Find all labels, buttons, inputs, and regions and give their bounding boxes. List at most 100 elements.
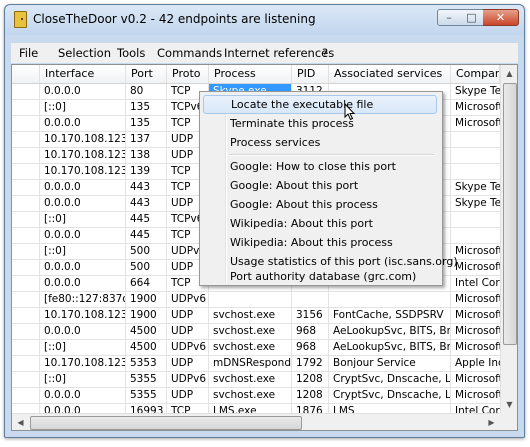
port-cell: 443: [126, 180, 167, 196]
interface-cell: [::0]: [40, 100, 126, 116]
menu-item-google-about-process[interactable]: Google: About this process: [203, 195, 437, 214]
row-icon-cell: [12, 84, 40, 100]
services-cell: [329, 292, 451, 308]
table-row[interactable]: [fe80::127:837c:...1900UDPv6Microsoft Co: [12, 292, 511, 308]
pid-cell: 1792: [292, 356, 329, 372]
row-icon-cell: [12, 356, 40, 372]
interface-cell: 10.170.108.123: [40, 132, 126, 148]
interface-cell: 0.0.0.0: [40, 260, 126, 276]
process-cell: svchost.exe: [209, 324, 292, 340]
table-row[interactable]: 10.170.108.123 1900 UDP svchost.exe 3156 Font…: [12, 308, 511, 324]
interface-cell: [::0]: [40, 340, 126, 356]
menu-selection[interactable]: Selection: [58, 46, 111, 60]
pid-cell: 968: [292, 340, 329, 356]
port-cell: 443: [126, 196, 167, 212]
row-icon-cell: [12, 324, 40, 340]
row-icon-cell: [12, 212, 40, 228]
proto-cell: UDP: [167, 356, 209, 372]
proto-cell: UDP: [167, 308, 209, 324]
column-header-port[interactable]: Port: [126, 65, 167, 83]
port-cell: 5355: [126, 388, 167, 404]
process-cell: svchost.exe: [209, 340, 292, 356]
interface-cell: [fe80::127:837c:...: [40, 292, 126, 308]
row-icon-cell: [12, 100, 40, 116]
size-grip[interactable]: [500, 413, 517, 430]
port-cell: 139: [126, 164, 167, 180]
table-row[interactable]: 10.170.108.1235353UDPmDNSResponder....17…: [12, 356, 511, 372]
menu-file[interactable]: File: [19, 46, 38, 60]
menu-item-usage-statistics[interactable]: Usage statistics of this port (isc.sans.…: [203, 252, 458, 271]
interface-cell: [::0]: [40, 212, 126, 228]
title-bar[interactable]: CloseTheDoor v0.2 - 42 endpoints are lis…: [5, 5, 524, 35]
row-icon-cell: [12, 244, 40, 260]
interface-cell: 0.0.0.0: [40, 196, 126, 212]
scroll-down-icon[interactable]: ▼: [501, 396, 517, 413]
menu-item-port-authority[interactable]: Port authority database (grc.com): [203, 271, 437, 283]
column-header-process[interactable]: Process: [209, 65, 292, 83]
table-row[interactable]: [::0] 5355 UDPv6 svchost.exe 1208 CryptSvc, D…: [12, 372, 511, 388]
menu-item-locate-executable[interactable]: Locate the executable file: [203, 95, 437, 114]
port-cell: 5353: [126, 356, 167, 372]
menu-commands[interactable]: Commands: [157, 46, 222, 60]
scroll-up-icon[interactable]: ▲: [501, 65, 517, 82]
services-cell: AeLookupSvc, BITS, Brows...: [329, 340, 451, 356]
interface-cell: 0.0.0.0: [40, 228, 126, 244]
row-icon-cell: [12, 116, 40, 132]
process-cell: mDNSResponder....: [209, 356, 292, 372]
column-header-icon[interactable]: [12, 65, 40, 83]
column-header-pid[interactable]: PID: [292, 65, 329, 83]
menu-help[interactable]: ?: [322, 46, 328, 60]
vertical-scroll-thumb[interactable]: [503, 83, 517, 345]
port-cell: 664: [126, 276, 167, 292]
port-cell: 1900: [126, 292, 167, 308]
menu-item-terminate-process[interactable]: Terminate this process: [203, 114, 437, 133]
maximize-button[interactable]: □: [460, 9, 484, 26]
port-cell: 135: [126, 116, 167, 132]
proto-cell: UDPv6: [167, 340, 209, 356]
interface-cell: 0.0.0.0: [40, 180, 126, 196]
services-cell: CryptSvc, Dnscache, Lanm...: [329, 372, 451, 388]
row-icon-cell: [12, 260, 40, 276]
mouse-cursor-icon: [344, 103, 356, 121]
menu-tools[interactable]: Tools: [117, 46, 145, 60]
column-header-proto[interactable]: Proto: [167, 65, 209, 83]
door-app-icon: [14, 11, 27, 28]
process-cell: svchost.exe: [209, 388, 292, 404]
table-row[interactable]: 0.0.0.0 4500 UDP svchost.exe 968 AeLookupSvc,…: [12, 324, 511, 340]
table-row[interactable]: 0.0.0.0 5355 UDP svchost.exe 1208 CryptSvc, D…: [12, 388, 511, 404]
row-icon-cell: [12, 228, 40, 244]
pid-cell: 1208: [292, 372, 329, 388]
port-cell: 445: [126, 212, 167, 228]
port-cell: 4500: [126, 340, 167, 356]
row-icon-cell: [12, 180, 40, 196]
column-header-services[interactable]: Associated services: [329, 65, 451, 83]
horizontal-scrollbar[interactable]: ◀ ▶: [12, 413, 500, 430]
pid-cell: 968: [292, 324, 329, 340]
menu-internet-references[interactable]: Internet references: [224, 46, 334, 60]
table-row[interactable]: [::0] 4500 UDPv6 svchost.exe 968 AeLookupSvc,…: [12, 340, 511, 356]
minimize-button[interactable]: –: [437, 9, 461, 26]
close-button[interactable]: ✕: [483, 9, 519, 26]
menu-item-wikipedia-about-port[interactable]: Wikipedia: About this port: [203, 214, 437, 233]
row-icon-cell: [12, 132, 40, 148]
proto-cell: UDP: [167, 324, 209, 340]
menu-item-wikipedia-about-process[interactable]: Wikipedia: About this process: [203, 233, 437, 252]
menu-item-google-about-port[interactable]: Google: About this port: [203, 176, 437, 195]
column-header-company[interactable]: Company: [451, 65, 500, 83]
interface-cell: 10.170.108.123: [40, 148, 126, 164]
window-title: CloseTheDoor v0.2 - 42 endpoints are lis…: [33, 12, 316, 26]
vertical-scrollbar[interactable]: ▲ ▼: [500, 65, 517, 413]
proto-cell: UDP: [167, 388, 209, 404]
port-cell: 500: [126, 260, 167, 276]
context-menu: Locate the executable file Terminate thi…: [199, 91, 458, 286]
scroll-right-icon[interactable]: ▶: [483, 414, 500, 430]
proto-cell: UDPv6: [167, 372, 209, 388]
scroll-left-icon[interactable]: ◀: [12, 414, 29, 430]
port-cell: 138: [126, 148, 167, 164]
menu-item-google-close-port[interactable]: Google: How to close this port: [203, 157, 437, 176]
interface-cell: 10.170.108.123: [40, 164, 126, 180]
menu-item-process-services[interactable]: Process services: [203, 133, 437, 152]
row-icon-cell: [12, 340, 40, 356]
horizontal-scroll-thumb[interactable]: [30, 416, 302, 430]
column-header-interface[interactable]: Interface: [40, 65, 126, 83]
